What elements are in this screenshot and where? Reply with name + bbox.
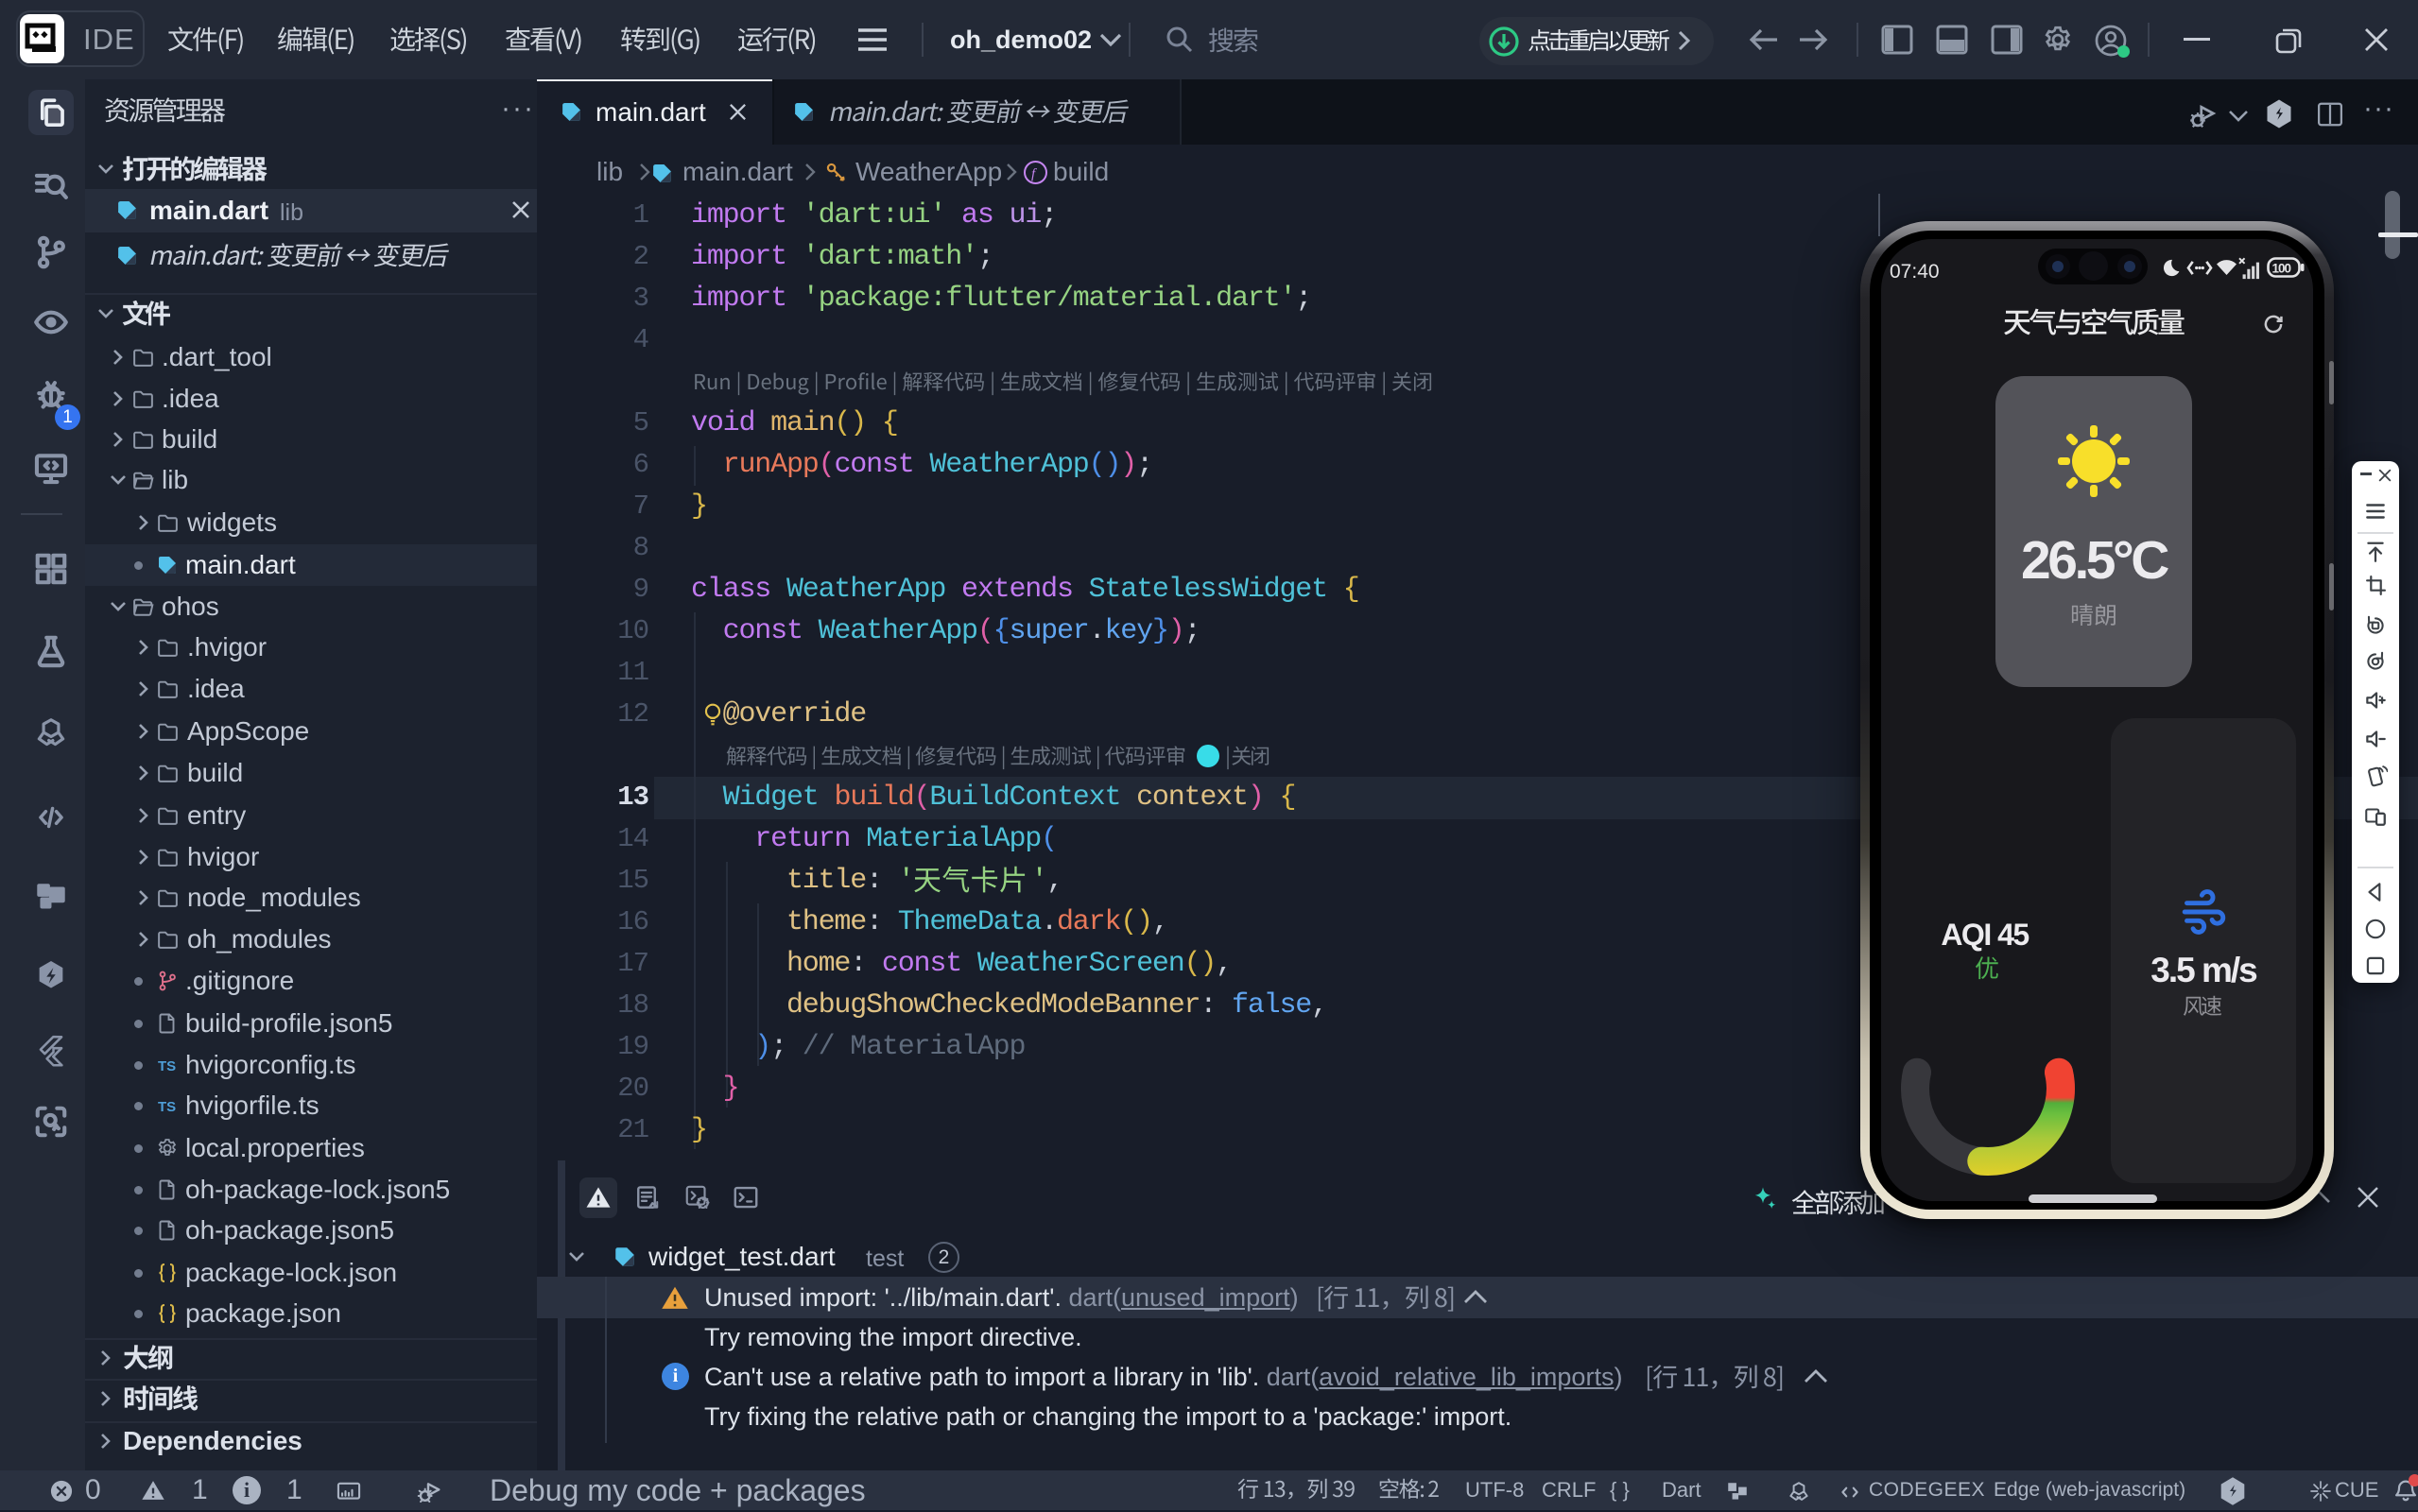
svg-text:TS: TS <box>158 1058 176 1074</box>
svg-text:100: 100 <box>2272 262 2291 276</box>
svg-text:TS: TS <box>158 1099 176 1115</box>
svg-text:f: f <box>1031 167 1037 182</box>
